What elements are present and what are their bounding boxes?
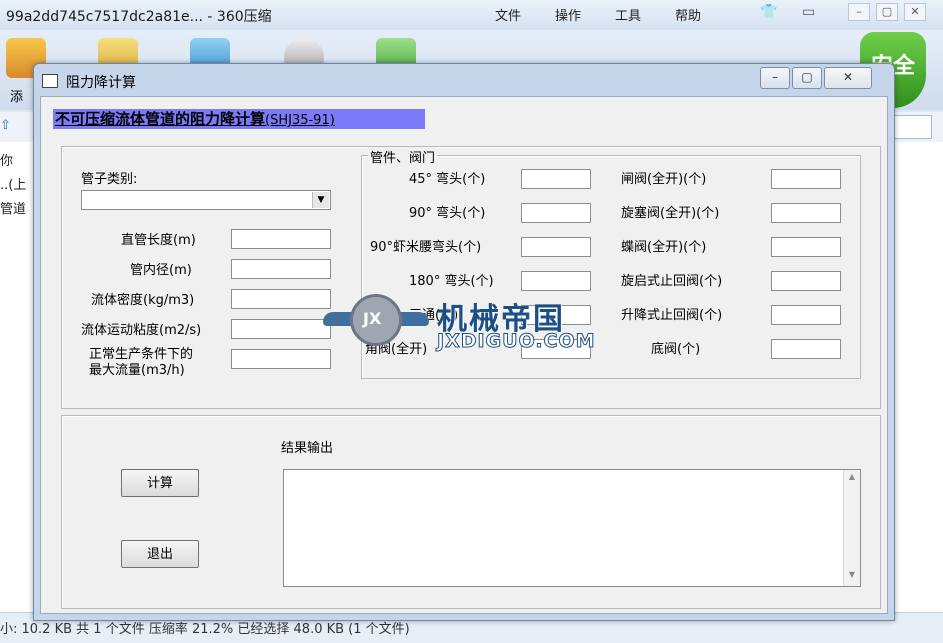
- gate-valve-label: 闸阀(全开)(个): [621, 172, 707, 187]
- background-search-box[interactable]: [890, 115, 932, 139]
- elbow-90-input[interactable]: [521, 203, 591, 223]
- foot-valve-input[interactable]: [771, 339, 841, 359]
- list-item[interactable]: 管道: [0, 198, 26, 217]
- inner-diameter-label: 管内径(m): [130, 263, 192, 278]
- plug-valve-input[interactable]: [771, 203, 841, 223]
- menu-file[interactable]: 文件: [495, 5, 521, 24]
- pipe-type-label: 管子类别:: [81, 172, 138, 187]
- fluid-density-input[interactable]: [231, 289, 331, 309]
- heading-main: 不可压缩流体管道的阻力降计算: [55, 110, 266, 128]
- plug-valve-label: 旋塞阀(全开)(个): [621, 206, 720, 221]
- bg-maximize-button[interactable]: ▢: [876, 3, 898, 21]
- inner-diameter-input[interactable]: [231, 259, 331, 279]
- butterfly-valve-input[interactable]: [771, 237, 841, 257]
- nav-up-icon[interactable]: ⇧: [0, 118, 11, 133]
- foot-valve-label: 底阀(个): [651, 342, 701, 357]
- elbow-45-input[interactable]: [521, 169, 591, 189]
- max-flow-label-line1: 正常生产条件下的: [89, 347, 194, 362]
- menu-help[interactable]: 帮助: [675, 5, 701, 24]
- mitre-elbow-label: 90°虾米腰弯头(个): [370, 240, 482, 255]
- menu-operation[interactable]: 操作: [555, 5, 581, 24]
- menu-tools[interactable]: 工具: [615, 5, 641, 24]
- scroll-up-icon[interactable]: ▲: [844, 472, 860, 486]
- window-app-icon: [42, 74, 58, 88]
- angle-valve-input[interactable]: [521, 339, 591, 359]
- add-label: 添: [10, 90, 24, 105]
- pipe-length-input[interactable]: [231, 229, 331, 249]
- bg-close-button[interactable]: ✕: [904, 3, 926, 21]
- angle-valve-label: 角阀(全开): [365, 342, 428, 357]
- page-title: 不可压缩流体管道的阻力降计算(SHJ35-91): [53, 109, 425, 129]
- lift-check-valve-input[interactable]: [771, 305, 841, 325]
- close-button[interactable]: ✕: [824, 67, 872, 89]
- elbow-180-input[interactable]: [521, 271, 591, 291]
- lift-check-valve-label: 升降式止回阀(个): [621, 308, 723, 323]
- mitre-elbow-input[interactable]: [521, 237, 591, 257]
- kinematic-viscosity-label: 流体运动粘度(m2/s): [81, 323, 202, 338]
- max-flow-label-line2: 最大流量(m3/h): [89, 363, 185, 378]
- elbow-90-label: 90° 弯头(个): [409, 206, 486, 221]
- elbow-45-label: 45° 弯头(个): [409, 172, 486, 187]
- gate-valve-input[interactable]: [771, 169, 841, 189]
- background-window-title: 99a2dd745c7517dc2a81e... - 360压缩: [6, 9, 272, 25]
- maximize-button[interactable]: ▢: [792, 67, 822, 89]
- list-item[interactable]: 你: [0, 150, 13, 169]
- result-label: 结果输出: [281, 441, 334, 456]
- scroll-down-icon[interactable]: ▼: [844, 570, 860, 584]
- pipe-type-select[interactable]: ▼: [81, 190, 331, 210]
- fluid-density-label: 流体密度(kg/m3): [91, 293, 195, 308]
- list-item[interactable]: ..(上: [0, 174, 26, 193]
- tee-input[interactable]: [521, 305, 591, 325]
- shirt-icon[interactable]: 👕: [760, 4, 777, 20]
- drag-calc-dialog: 阻力降计算 – ▢ ✕ 不可压缩流体管道的阻力降计算(SHJ35-91) 管子类…: [33, 63, 895, 621]
- background-titlebar: 99a2dd745c7517dc2a81e... - 360压缩 文件 操作 工…: [0, 0, 943, 30]
- minimize-button[interactable]: –: [760, 67, 790, 89]
- heading-code: (SHJ35-91): [265, 113, 335, 128]
- dialog-titlebar[interactable]: 阻力降计算 – ▢ ✕: [34, 64, 894, 96]
- feedback-icon[interactable]: ▭: [802, 4, 815, 20]
- calculate-button[interactable]: 计算: [121, 469, 199, 497]
- bg-minimize-button[interactable]: –: [848, 3, 870, 21]
- result-scrollbar[interactable]: ▲ ▼: [843, 470, 860, 586]
- tee-label: 三通(个): [409, 308, 459, 323]
- dialog-client-area: 不可压缩流体管道的阻力降计算(SHJ35-91) 管子类别: ▼ 直管长度(m)…: [40, 96, 888, 614]
- result-output-textarea[interactable]: ▲ ▼: [283, 469, 861, 587]
- fittings-group-title: 管件、阀门: [368, 147, 438, 166]
- max-flow-input[interactable]: [231, 349, 331, 369]
- dialog-title: 阻力降计算: [66, 75, 136, 91]
- swing-check-valve-label: 旋启式止回阀(个): [621, 274, 723, 289]
- exit-button[interactable]: 退出: [121, 540, 199, 568]
- butterfly-valve-label: 蝶阀(全开)(个): [621, 240, 707, 255]
- kinematic-viscosity-input[interactable]: [231, 319, 331, 339]
- elbow-180-label: 180° 弯头(个): [409, 274, 494, 289]
- chevron-down-icon[interactable]: ▼: [312, 192, 329, 208]
- pipe-length-label: 直管长度(m): [121, 233, 196, 248]
- swing-check-valve-input[interactable]: [771, 271, 841, 291]
